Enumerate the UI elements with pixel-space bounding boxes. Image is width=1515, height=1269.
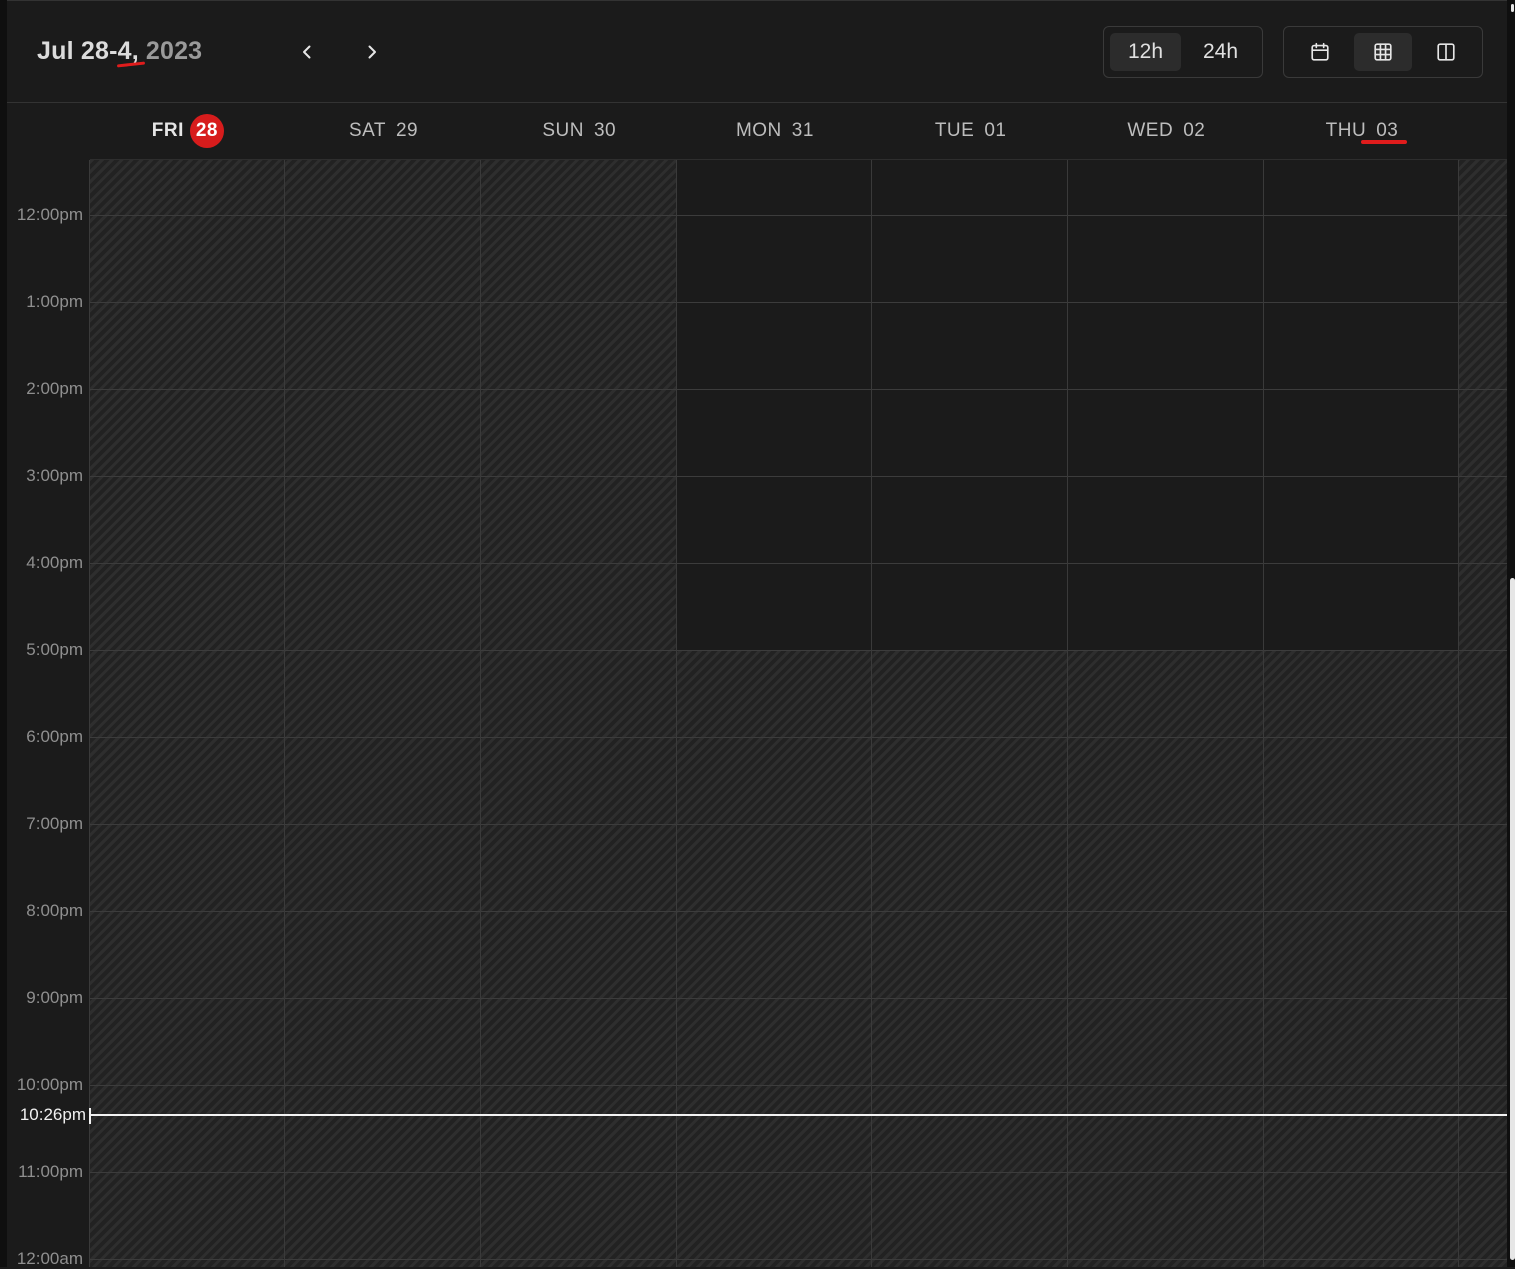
time-label: 10:00pm (16, 1075, 83, 1094)
hour-gridline (90, 563, 1507, 564)
previous-week-button[interactable] (293, 38, 321, 66)
day-header-sat[interactable]: SAT 29 (286, 103, 482, 159)
day-number: 30 (593, 120, 617, 141)
format-24h-button[interactable]: 24h (1185, 33, 1256, 71)
time-label: 6:00pm (26, 727, 83, 746)
scrollbar-thumb[interactable] (1510, 578, 1515, 1260)
time-label: 1:00pm (26, 292, 83, 311)
current-time-indicator (90, 1114, 1507, 1116)
day-number: 02 (1183, 120, 1206, 141)
window-edge-left (0, 0, 7, 1267)
time-label: 12:00pm (16, 205, 83, 224)
grid-icon (1374, 43, 1392, 61)
day-divider (871, 160, 872, 1267)
day-header-tue[interactable]: TUE 01 (873, 103, 1069, 159)
annotation-underline (1361, 140, 1407, 144)
year-label: 2023 (145, 37, 203, 65)
day-header-wed[interactable]: WED 02 (1069, 103, 1265, 159)
time-gutter: 12:00pm 1:00pm 2:00pm 3:00pm 4:00pm 5:00… (7, 160, 90, 1268)
time-label: 4:00pm (26, 553, 83, 572)
columns-icon (1437, 43, 1455, 61)
day-divider (284, 160, 285, 1267)
day-of-week: TUE (934, 120, 975, 141)
day-of-week: SUN (542, 120, 584, 141)
hour-gridline (90, 1259, 1507, 1260)
day-header-row: FRI 28 SAT 29 SUN 30 MON 31 TUE 01 WED 02 THU… (90, 103, 1507, 160)
view-mode-toggle (1283, 26, 1483, 78)
format-12h-button[interactable]: 12h (1110, 33, 1181, 71)
time-label: 9:00pm (26, 988, 83, 1007)
day-header-thu[interactable]: THU 03 (1264, 103, 1460, 159)
hour-gridline (90, 911, 1507, 912)
week-view-button[interactable] (1354, 33, 1412, 71)
next-week-button[interactable] (358, 38, 386, 66)
day-of-week: THU (1325, 120, 1367, 141)
today-badge: 28 (189, 114, 224, 148)
calendar-icon (1311, 42, 1329, 61)
calendar-toolbar: Jul 28-4, 2023 12h 24h (7, 0, 1507, 103)
chevron-left-icon (303, 45, 311, 59)
time-label: 2:00pm (26, 379, 83, 398)
current-time-marker (89, 1108, 91, 1124)
hour-gridline (90, 737, 1507, 738)
current-time-label: 10:26pm (19, 1105, 86, 1124)
day-of-week: SAT (348, 120, 386, 141)
day-divider (1067, 160, 1068, 1267)
month-view-button[interactable] (1291, 33, 1349, 71)
day-number: 29 (395, 120, 419, 141)
day-number: 31 (791, 120, 814, 141)
day-number: 03 (1376, 120, 1399, 141)
hour-gridline (90, 1085, 1507, 1086)
time-label: 11:00pm (18, 1162, 83, 1181)
date-range-title: Jul 28-4, 2023 (37, 37, 202, 66)
hour-gridline (90, 1172, 1507, 1173)
day-divider (480, 160, 481, 1267)
hour-gridline (90, 302, 1507, 303)
hour-gridline (90, 998, 1507, 999)
day-header-sun[interactable]: SUN 30 (481, 103, 677, 159)
chevron-right-icon (368, 45, 376, 59)
day-divider (1458, 160, 1459, 1267)
day-divider (1263, 160, 1264, 1267)
day-header-fri[interactable]: FRI 28 (90, 103, 286, 159)
time-format-toggle: 12h 24h (1103, 26, 1263, 78)
day-divider (676, 160, 677, 1267)
hour-gridline (90, 824, 1507, 825)
day-header-mon[interactable]: MON 31 (677, 103, 873, 159)
time-label: 12:00am (16, 1249, 83, 1268)
column-view-button[interactable] (1417, 33, 1475, 71)
hour-gridline (90, 476, 1507, 477)
time-label: 5:00pm (26, 640, 83, 659)
date-range: Jul 28-4, (37, 37, 139, 65)
week-time-grid[interactable] (90, 160, 1507, 1267)
hour-gridline (90, 389, 1507, 390)
time-label: 3:00pm (26, 466, 83, 485)
day-of-week: MON (735, 120, 782, 141)
day-of-week: WED (1127, 120, 1174, 141)
time-label: 8:00pm (26, 901, 83, 920)
scrollbar-arrow[interactable] (1511, 4, 1514, 12)
hour-gridline (90, 215, 1507, 216)
hour-gridline (90, 650, 1507, 651)
time-label: 7:00pm (26, 814, 83, 833)
day-number: 01 (984, 120, 1007, 141)
day-of-week: FRI (151, 120, 184, 141)
